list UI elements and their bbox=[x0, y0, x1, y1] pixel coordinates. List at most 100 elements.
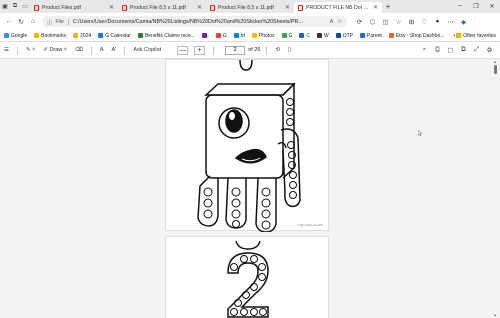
minimize-icon[interactable]: ─ bbox=[452, 3, 468, 10]
site-icon bbox=[201, 33, 207, 38]
favorites-icon[interactable]: ☆ bbox=[392, 18, 405, 26]
bookmark-g[interactable]: G bbox=[215, 32, 227, 39]
bookmark-c[interactable]: C bbox=[299, 33, 310, 39]
site-icon bbox=[335, 33, 341, 38]
search-icon[interactable]: ⌕ bbox=[418, 46, 431, 54]
url-text[interactable]: C:/Users/User/Documents/Camia/NB%20Listi… bbox=[73, 19, 326, 25]
eraser-icon[interactable]: ⌫ bbox=[75, 47, 83, 53]
tab-product-files[interactable]: Product Files.pdf ✕ bbox=[30, 2, 118, 13]
text-icon[interactable]: A bbox=[100, 47, 104, 53]
tab-title: Product File 8.5 x 11.pdf bbox=[130, 4, 186, 11]
window-controls: ─ ❐ ✕ bbox=[452, 3, 500, 10]
rotate-icon[interactable]: ⟲ bbox=[275, 47, 280, 53]
contents-icon[interactable]: ☰ bbox=[4, 47, 9, 53]
home-icon[interactable]: ⌂ bbox=[27, 18, 39, 25]
pdf-icon bbox=[122, 4, 127, 11]
close-icon[interactable]: ✕ bbox=[373, 4, 378, 11]
settings-icon[interactable]: ⚙ bbox=[483, 46, 496, 54]
pdf-toolbar: ☰ ✎ ˅ ✐ Draw ˅ ⌫ A Aʼ Ask Copilot — + of… bbox=[0, 42, 500, 59]
draw-button[interactable]: ✐ Draw ˅ bbox=[43, 47, 67, 53]
close-window-icon[interactable]: ✕ bbox=[484, 3, 500, 10]
bookmark-label: W bbox=[324, 32, 329, 39]
read-aloud-icon[interactable]: Aʼ bbox=[111, 47, 116, 53]
print-icon[interactable]: ⎙ bbox=[431, 46, 444, 54]
pdf-page bbox=[165, 236, 329, 318]
page-number-input[interactable] bbox=[225, 45, 246, 55]
address-toolbar: ← ↻ ⌂ ⓘ File C:/Users/User/Documents/Cam… bbox=[0, 13, 500, 30]
bookmark-g2[interactable]: G bbox=[281, 33, 292, 39]
highlight-icon[interactable]: ✎ ˅ bbox=[26, 47, 35, 53]
etsy-icon bbox=[388, 33, 394, 38]
browser-essentials-icon[interactable]: ♡ bbox=[418, 18, 431, 26]
collections-icon[interactable]: ⊞ bbox=[405, 18, 418, 26]
zoom-in-button[interactable]: + bbox=[194, 45, 206, 55]
copilot-icon[interactable]: ◆ bbox=[457, 18, 470, 26]
more-bookmarks-icon[interactable]: › bbox=[453, 33, 455, 39]
refresh-icon[interactable]: ↻ bbox=[15, 18, 27, 26]
bookmark-2024[interactable]: 2024 bbox=[73, 33, 91, 39]
bookmark-bookmarks[interactable]: Bookmarks bbox=[34, 33, 66, 39]
new-tab-button[interactable]: + bbox=[382, 2, 394, 11]
bookmark-otp[interactable]: OTP bbox=[335, 32, 354, 39]
site-icon bbox=[233, 33, 239, 38]
back-icon[interactable]: ← bbox=[3, 18, 15, 25]
pdf-icon bbox=[34, 4, 39, 11]
bookmark-label: Bookmarks bbox=[41, 32, 67, 39]
tab-product-file-1[interactable]: Product File 8.5 x 11.pdf ✕ bbox=[118, 2, 206, 13]
bookmark-google[interactable]: Google bbox=[4, 33, 27, 39]
numberblock-one-illustration bbox=[197, 60, 301, 232]
scrollbar-thumb[interactable] bbox=[494, 65, 497, 74]
page-view-icon[interactable]: ▯ bbox=[288, 47, 291, 53]
favorite-star-icon[interactable]: ☆ bbox=[337, 19, 342, 25]
tab-bar: ▣ ⧉ ▭ Product Files.pdf ✕ Product File 8… bbox=[0, 0, 500, 13]
bookmark-id[interactable]: Id bbox=[233, 32, 245, 39]
split-screen-icon[interactable]: ◫ bbox=[379, 18, 392, 26]
bookmark-photos[interactable]: Photos bbox=[251, 33, 275, 39]
folder-icon bbox=[456, 33, 462, 38]
ask-copilot-button[interactable]: Ask Copilot bbox=[133, 47, 161, 53]
bookmark-label: Id bbox=[240, 32, 245, 39]
bookmark-label: C bbox=[306, 32, 311, 39]
bookmark-w[interactable]: W bbox=[317, 33, 329, 39]
bookmark-purple[interactable] bbox=[201, 33, 209, 38]
profile-icon[interactable]: ● bbox=[431, 18, 444, 26]
bookmark-label: G bbox=[222, 32, 227, 39]
other-favorites[interactable]: Other favorites bbox=[456, 33, 496, 39]
tab-dot-marker[interactable]: PRODUCT FILE NB Dot marker ✕ bbox=[294, 2, 382, 13]
tab-product-file-2[interactable]: Product File 8.5 x 11.pdf ✕ bbox=[206, 2, 294, 13]
mouse-cursor-icon bbox=[418, 130, 422, 136]
other-favorites-label: Other favorites bbox=[463, 32, 496, 39]
read-aloud-icon[interactable]: A bbox=[330, 19, 334, 25]
restore-icon[interactable]: ❐ bbox=[468, 3, 484, 10]
close-icon[interactable]: ✕ bbox=[109, 4, 114, 11]
zoom-out-button[interactable]: — bbox=[177, 45, 189, 55]
bookmark-label: Parent bbox=[367, 32, 382, 39]
scroll-up-icon[interactable]: ▲ bbox=[493, 59, 497, 64]
site-icon bbox=[281, 33, 287, 38]
bookmark-benefits[interactable]: Benefits Claims rece... bbox=[137, 32, 195, 39]
bookmark-label: Benefits Claims rece... bbox=[144, 32, 195, 39]
scroll-down-icon[interactable]: ▼ bbox=[493, 313, 497, 318]
pdf-viewer[interactable]: © Twin Teach and 2024 ▲ ▼ bbox=[0, 59, 500, 318]
info-icon[interactable]: ⓘ bbox=[47, 18, 52, 26]
bookmark-etsy[interactable]: Etsy - Shop Dashbo... bbox=[388, 33, 444, 39]
vertical-tabs-icon[interactable]: ▭ bbox=[20, 0, 30, 13]
photos-icon bbox=[251, 33, 257, 38]
save-as-icon[interactable]: ⧉ bbox=[457, 46, 470, 54]
workspaces-icon[interactable]: ▣ bbox=[0, 0, 10, 13]
close-icon[interactable]: ✕ bbox=[197, 4, 202, 11]
refresh-page-icon[interactable]: ⟳ bbox=[353, 18, 366, 26]
close-icon[interactable]: ✕ bbox=[285, 4, 290, 11]
tab-actions-icon[interactable]: ⧉ bbox=[10, 0, 20, 13]
menu-icon[interactable]: ⋯ bbox=[444, 18, 457, 26]
save-icon[interactable]: ▢ bbox=[444, 46, 457, 54]
site-icon bbox=[215, 33, 221, 38]
address-bar[interactable]: ⓘ File C:/Users/User/Documents/Camia/NB%… bbox=[42, 16, 347, 27]
benefits-icon bbox=[137, 33, 143, 38]
extensions-icon[interactable]: ⬡ bbox=[366, 18, 379, 26]
bookmark-label: OTP bbox=[342, 32, 354, 39]
fullscreen-icon[interactable]: ⤢ bbox=[470, 46, 483, 54]
bookmark-parent[interactable]: Parent bbox=[360, 33, 382, 39]
bookmark-calendar[interactable]: G Calendar bbox=[98, 33, 131, 39]
vertical-scrollbar[interactable]: ▲ ▼ bbox=[493, 59, 498, 318]
